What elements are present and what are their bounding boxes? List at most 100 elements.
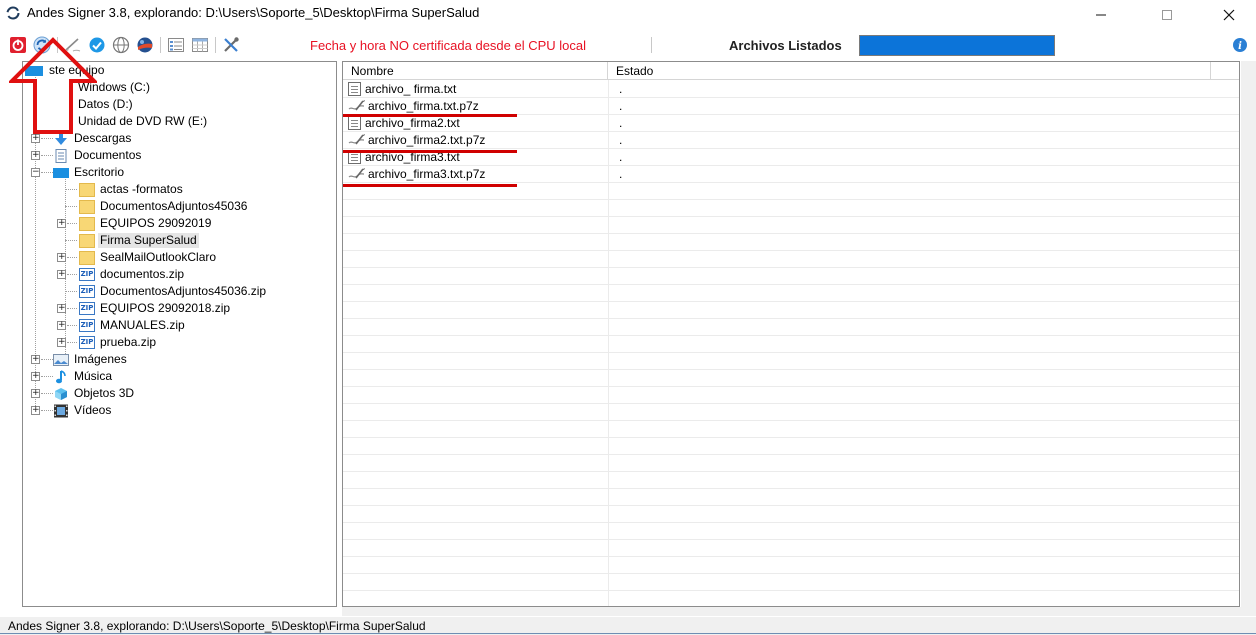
- column-header-estado[interactable]: Estado: [608, 62, 1211, 80]
- vertical-scrollbar[interactable]: [1241, 61, 1256, 607]
- expand-toggle[interactable]: +: [31, 151, 40, 160]
- toolbar: Fecha y hora NO certificada desde el CPU…: [0, 30, 1256, 60]
- tree-item-objetos-3d[interactable]: Objetos 3D: [53, 385, 136, 402]
- encrypt-globe-icon[interactable]: [136, 36, 154, 54]
- toolbar-separator: [651, 37, 652, 53]
- tree-item-escritorio[interactable]: Escritorio: [53, 164, 126, 181]
- tree-item-label: Windows (C:): [78, 80, 151, 94]
- folder-icon: [79, 250, 95, 265]
- tree-item-datos-d[interactable]: Datos (D:): [53, 96, 135, 113]
- expand-toggle[interactable]: +: [57, 304, 66, 313]
- tree-item-equipos-29092018-zip[interactable]: ZIP EQUIPOS 29092018.zip: [79, 300, 232, 317]
- list-item[interactable]: archivo_firma2.txt .: [343, 115, 1239, 132]
- file-name: archivo_firma.txt.p7z: [368, 99, 479, 113]
- tree-item-label: Objetos 3D: [74, 386, 135, 400]
- list-item[interactable]: archivo_ firma.txt .: [343, 81, 1239, 98]
- close-icon: [1223, 9, 1235, 21]
- files-listed-progress: [859, 35, 1055, 56]
- help-info-icon[interactable]: i: [1232, 37, 1248, 53]
- tree-item-descargas[interactable]: Descargas: [53, 130, 133, 147]
- zip-file-icon: ZIP: [79, 302, 95, 315]
- horizontal-scrollbar[interactable]: [342, 607, 1256, 616]
- list-view-icon[interactable]: [167, 36, 185, 54]
- expand-toggle[interactable]: +: [31, 372, 40, 381]
- tree-item-label: DocumentosAdjuntos45036.zip: [100, 284, 267, 298]
- refresh-icon[interactable]: [33, 36, 51, 54]
- tree-item-label: Documentos: [74, 148, 142, 162]
- folder-icon: [79, 233, 95, 248]
- highlight-underline: [343, 114, 517, 117]
- grid-line: [343, 573, 1239, 574]
- expand-toggle[interactable]: +: [31, 355, 40, 364]
- tree-item-label: MANUALES.zip: [100, 318, 185, 332]
- window-title: Andes Signer 3.8, explorando: D:\Users\S…: [27, 5, 480, 20]
- expand-toggle[interactable]: +: [57, 338, 66, 347]
- file-name: archivo_firma2.txt.p7z: [368, 133, 486, 147]
- tree-item-prueba-zip[interactable]: ZIP prueba.zip: [79, 334, 158, 351]
- files-listed-label: Archivos Listados: [729, 38, 842, 53]
- maximize-button[interactable]: [1144, 0, 1190, 30]
- list-item[interactable]: archivo_firma3.txt.p7z .: [343, 166, 1239, 183]
- file-name: archivo_ firma.txt: [365, 82, 457, 96]
- collapse-toggle[interactable]: −: [31, 168, 40, 177]
- expand-toggle[interactable]: +: [31, 406, 40, 415]
- verify-check-icon[interactable]: [88, 36, 106, 54]
- grid-line: [343, 505, 1239, 506]
- grid-line: [343, 318, 1239, 319]
- column-header-label: Nombre: [351, 64, 394, 78]
- column-header-label: Estado: [616, 64, 654, 78]
- tree-item-actas-formatos[interactable]: actas -formatos: [79, 181, 185, 198]
- list-item[interactable]: archivo_firma2.txt.p7z .: [343, 132, 1239, 149]
- power-icon[interactable]: [9, 36, 27, 54]
- sign-pen-icon[interactable]: [64, 36, 82, 54]
- grid-line: [343, 284, 1239, 285]
- file-state: .: [619, 133, 623, 147]
- tree-item-manuales-zip[interactable]: ZIP MANUALES.zip: [79, 317, 187, 334]
- toolbar-separator: [57, 37, 58, 53]
- tree-item-this-pc[interactable]: ste equipo: [25, 62, 106, 79]
- file-state: .: [619, 116, 623, 130]
- grid-line: [343, 216, 1239, 217]
- folder-icon: [79, 199, 95, 214]
- tree-item-dvd-e[interactable]: Unidad de DVD RW (E:): [53, 113, 209, 130]
- tree-item-windows-c[interactable]: Windows (C:): [53, 79, 152, 96]
- folder-tree[interactable]: ste equipo Windows (C:) Datos (D:) Unida…: [22, 61, 337, 607]
- column-header-nombre[interactable]: Nombre: [343, 62, 608, 80]
- tree-item-sealmailoutlookclaro[interactable]: SealMailOutlookClaro: [79, 249, 218, 266]
- expand-toggle[interactable]: +: [31, 134, 40, 143]
- tree-item-documentosadjuntos45036[interactable]: DocumentosAdjuntos45036: [79, 198, 249, 215]
- tree-item-label: Música: [74, 369, 113, 383]
- grid-line: [343, 420, 1239, 421]
- tree-item-label: Imágenes: [74, 352, 127, 366]
- tree-item-videos[interactable]: Vídeos: [53, 402, 113, 419]
- close-button[interactable]: [1206, 0, 1252, 30]
- expand-toggle[interactable]: +: [31, 389, 40, 398]
- highlight-underline: [343, 150, 517, 153]
- tree-item-equipos-29092019[interactable]: EQUIPOS 29092019: [79, 215, 213, 232]
- minimize-button[interactable]: [1078, 0, 1124, 30]
- grid-line: [343, 454, 1239, 455]
- expand-toggle[interactable]: +: [57, 219, 66, 228]
- globe-icon[interactable]: [112, 36, 130, 54]
- details-view-icon[interactable]: [191, 36, 209, 54]
- status-bar: Andes Signer 3.8, explorando: D:\Users\S…: [0, 617, 1256, 635]
- expand-toggle[interactable]: +: [57, 253, 66, 262]
- tree-item-documentos[interactable]: Documentos: [53, 147, 143, 164]
- tree-item-imagenes[interactable]: Imágenes: [53, 351, 129, 368]
- tree-item-documentosadjuntos45036-zip[interactable]: ZIP DocumentosAdjuntos45036.zip: [79, 283, 268, 300]
- tree-item-firma-supersalud[interactable]: Firma SuperSalud: [79, 232, 199, 249]
- expand-toggle[interactable]: +: [57, 270, 66, 279]
- time-warning-text: Fecha y hora NO certificada desde el CPU…: [310, 38, 587, 53]
- tools-icon[interactable]: [222, 36, 240, 54]
- tree-item-label: actas -formatos: [100, 182, 183, 196]
- tree-item-documentos-zip[interactable]: ZIP documentos.zip: [79, 266, 186, 283]
- svg-text:i: i: [1238, 41, 1242, 52]
- grid-line: [343, 403, 1239, 404]
- tree-item-label: EQUIPOS 29092018.zip: [100, 301, 231, 315]
- file-list[interactable]: Nombre Estado archivo_ firma.txt . archi…: [342, 61, 1240, 607]
- list-item[interactable]: archivo_firma.txt.p7z .: [343, 98, 1239, 115]
- grid-line: [343, 539, 1239, 540]
- tree-item-musica[interactable]: Música: [53, 368, 114, 385]
- expand-toggle[interactable]: +: [57, 321, 66, 330]
- file-state: .: [619, 167, 623, 181]
